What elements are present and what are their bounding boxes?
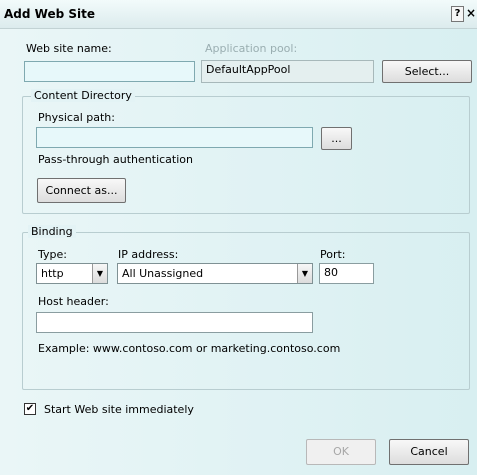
browse-button[interactable]: ... (321, 127, 352, 150)
start-immediately-label: Start Web site immediately (44, 403, 194, 416)
ip-address-select[interactable]: All Unassigned ▼ (117, 263, 313, 284)
close-button[interactable]: × (466, 6, 476, 20)
chevron-down-icon[interactable]: ▼ (92, 264, 107, 283)
site-name-input[interactable] (24, 61, 195, 82)
connect-as-button[interactable]: Connect as... (37, 178, 126, 203)
chevron-down-icon[interactable]: ▼ (297, 264, 312, 283)
cancel-button[interactable]: Cancel (389, 439, 469, 465)
app-pool-field: DefaultAppPool (201, 60, 374, 83)
pass-through-auth-label: Pass-through authentication (38, 153, 193, 166)
type-label: Type: (38, 248, 67, 261)
ip-address-value: All Unassigned (122, 267, 204, 280)
type-value: http (41, 267, 64, 280)
binding-group (22, 232, 470, 390)
binding-legend: Binding (28, 225, 76, 238)
type-select[interactable]: http ▼ (36, 263, 108, 284)
physical-path-label: Physical path: (38, 111, 115, 124)
dialog-title: Add Web Site (4, 7, 95, 21)
ip-address-label: IP address: (118, 248, 179, 261)
physical-path-input[interactable] (36, 127, 313, 148)
host-header-input[interactable] (36, 312, 313, 333)
port-label: Port: (320, 248, 346, 261)
host-header-label: Host header: (38, 295, 109, 308)
host-header-example: Example: www.contoso.com or marketing.co… (38, 342, 341, 355)
port-input[interactable]: 80 (319, 263, 374, 284)
dialog-body: Web site name: Application pool: Default… (0, 29, 477, 475)
site-name-label: Web site name: (26, 42, 112, 55)
start-immediately-checkbox[interactable]: ✔ (24, 403, 36, 415)
select-app-pool-button[interactable]: Select... (382, 60, 472, 83)
title-bar: Add Web Site ? × (0, 0, 477, 29)
ok-button[interactable]: OK (306, 439, 376, 465)
app-pool-label: Application pool: (205, 42, 298, 55)
content-directory-legend: Content Directory (31, 89, 135, 102)
help-button[interactable]: ? (451, 6, 464, 22)
